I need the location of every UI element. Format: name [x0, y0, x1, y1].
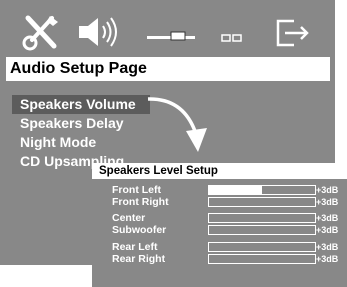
- speaker-row-rear-right[interactable]: Rear Right +3dB: [92, 253, 347, 265]
- level-value: +3dB: [316, 185, 339, 195]
- level-fill: [209, 186, 262, 194]
- level-value: +3dB: [316, 213, 339, 223]
- menu-item-night-mode[interactable]: Night Mode: [12, 133, 100, 152]
- level-slider[interactable]: [208, 225, 316, 235]
- speaker-label: Front Left: [112, 184, 161, 196]
- menu-item-speakers-delay[interactable]: Speakers Delay: [12, 114, 128, 133]
- level-value: +3dB: [316, 225, 339, 235]
- level-slider[interactable]: [208, 197, 316, 207]
- speaker-label: Subwoofer: [112, 224, 167, 236]
- panel-body: Front Left +3dB Front Right +3dB Center …: [92, 179, 347, 287]
- audio-bar-small-icon[interactable]: [218, 12, 248, 52]
- speakers-level-panel: Speakers Level Setup Front Left +3dB Fro…: [92, 163, 347, 287]
- panel-title: Speakers Level Setup: [92, 163, 347, 179]
- speaker-label: Center: [112, 212, 146, 224]
- speaker-row-front-left[interactable]: Front Left +3dB: [92, 184, 347, 196]
- level-slider[interactable]: [208, 213, 316, 223]
- level-value: +3dB: [316, 254, 339, 264]
- speaker-row-center[interactable]: Center +3dB: [92, 212, 347, 224]
- page-title: Audio Setup Page: [6, 57, 330, 81]
- curved-arrow-icon: [147, 97, 207, 152]
- speaker-row-rear-left[interactable]: Rear Left +3dB: [92, 241, 347, 253]
- level-slider[interactable]: [208, 242, 316, 252]
- speaker-label: Rear Left: [112, 241, 158, 253]
- level-slider[interactable]: [208, 254, 316, 264]
- level-slider[interactable]: [208, 185, 316, 195]
- speaker-label: Front Right: [112, 196, 169, 208]
- audio-bar-icon[interactable]: [145, 12, 197, 52]
- tools-icon[interactable]: [22, 12, 60, 52]
- exit-icon[interactable]: [272, 12, 314, 52]
- speaker-row-subwoofer[interactable]: Subwoofer +3dB: [92, 224, 347, 236]
- menu-item-speakers-volume[interactable]: Speakers Volume: [12, 95, 150, 114]
- speaker-icon[interactable]: [76, 12, 124, 52]
- level-value: +3dB: [316, 242, 339, 252]
- tv-screen: Audio Setup Page Speakers Volume Speaker…: [0, 0, 347, 287]
- speaker-label: Rear Right: [112, 253, 166, 265]
- level-value: +3dB: [316, 197, 339, 207]
- speaker-row-front-right[interactable]: Front Right +3dB: [92, 196, 347, 208]
